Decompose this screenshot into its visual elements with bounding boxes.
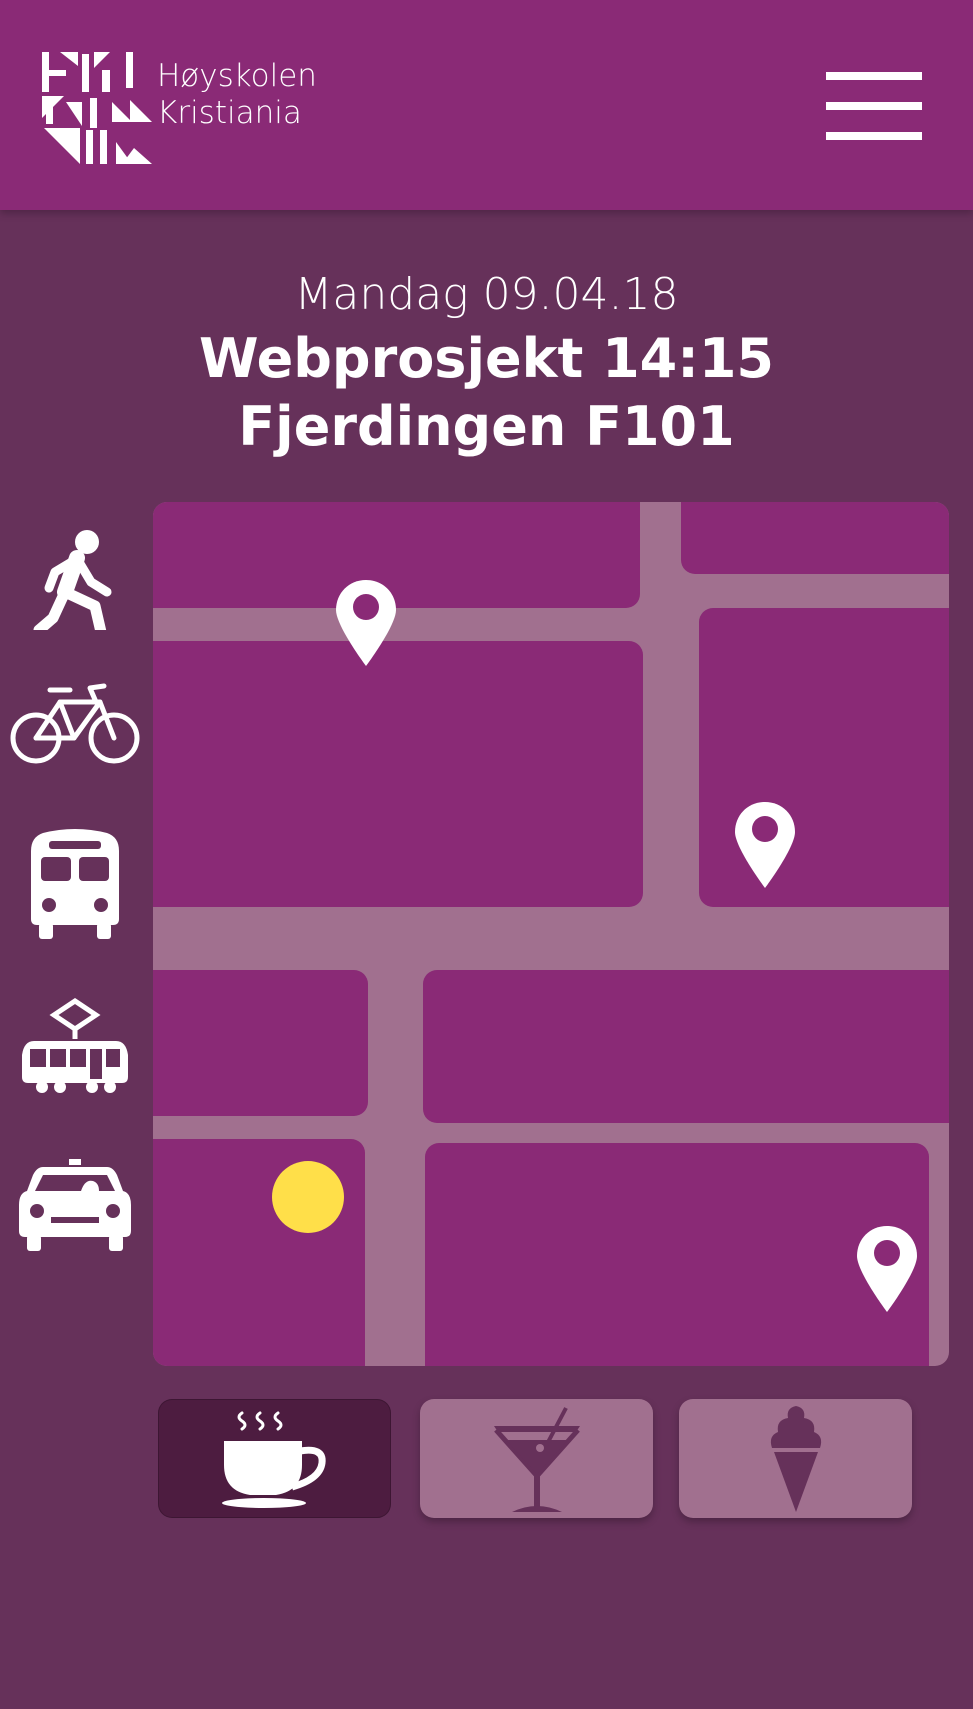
map-block — [153, 502, 640, 608]
coffee-cup-icon — [221, 1411, 326, 1508]
category-ice-cream-button[interactable] — [679, 1399, 912, 1518]
hamburger-menu-icon[interactable] — [822, 72, 922, 144]
category-coffee-button[interactable] — [158, 1399, 391, 1518]
transport-bike-button[interactable] — [0, 660, 150, 790]
map-pin-icon[interactable] — [336, 580, 396, 666]
event-course: Webprosjekt 14:15 — [199, 327, 774, 390]
app-header: Høyskolen Kristiania — [0, 0, 973, 210]
map-block — [681, 502, 949, 574]
map-block — [153, 641, 643, 907]
taxi-icon — [19, 1159, 131, 1251]
bicycle-icon — [10, 683, 140, 764]
transport-tram-button[interactable] — [0, 980, 150, 1110]
tram-icon — [22, 997, 128, 1093]
map-view[interactable] — [153, 502, 949, 1366]
map-block — [153, 970, 368, 1116]
event-room: Fjerdingen F101 — [238, 395, 735, 458]
map-pin-icon[interactable] — [857, 1226, 917, 1312]
brand-line1: Høyskolen — [157, 58, 317, 94]
ice-cream-cone-icon — [770, 1405, 821, 1512]
event-date: Mandag 09.04.18 — [294, 269, 679, 320]
map-pin-icon[interactable] — [735, 802, 795, 888]
transport-taxi-button[interactable] — [0, 1140, 150, 1270]
cocktail-glass-icon — [493, 1406, 580, 1512]
kristiania-logo — [42, 52, 152, 164]
current-location-dot — [272, 1161, 344, 1233]
brand-name: Høyskolen Kristiania — [157, 58, 317, 132]
walking-person-icon — [33, 530, 112, 630]
transport-walk-button[interactable] — [0, 500, 150, 630]
brand-line2: Kristiania — [157, 95, 302, 131]
transport-bus-button[interactable] — [0, 820, 150, 950]
event-info: Mandag 09.04.18 Webprosjekt 14:15 Fjerdi… — [0, 265, 973, 461]
category-drinks-button[interactable] — [420, 1399, 653, 1518]
map-block — [425, 1143, 929, 1366]
map-block — [423, 970, 949, 1123]
bus-icon — [31, 829, 119, 939]
